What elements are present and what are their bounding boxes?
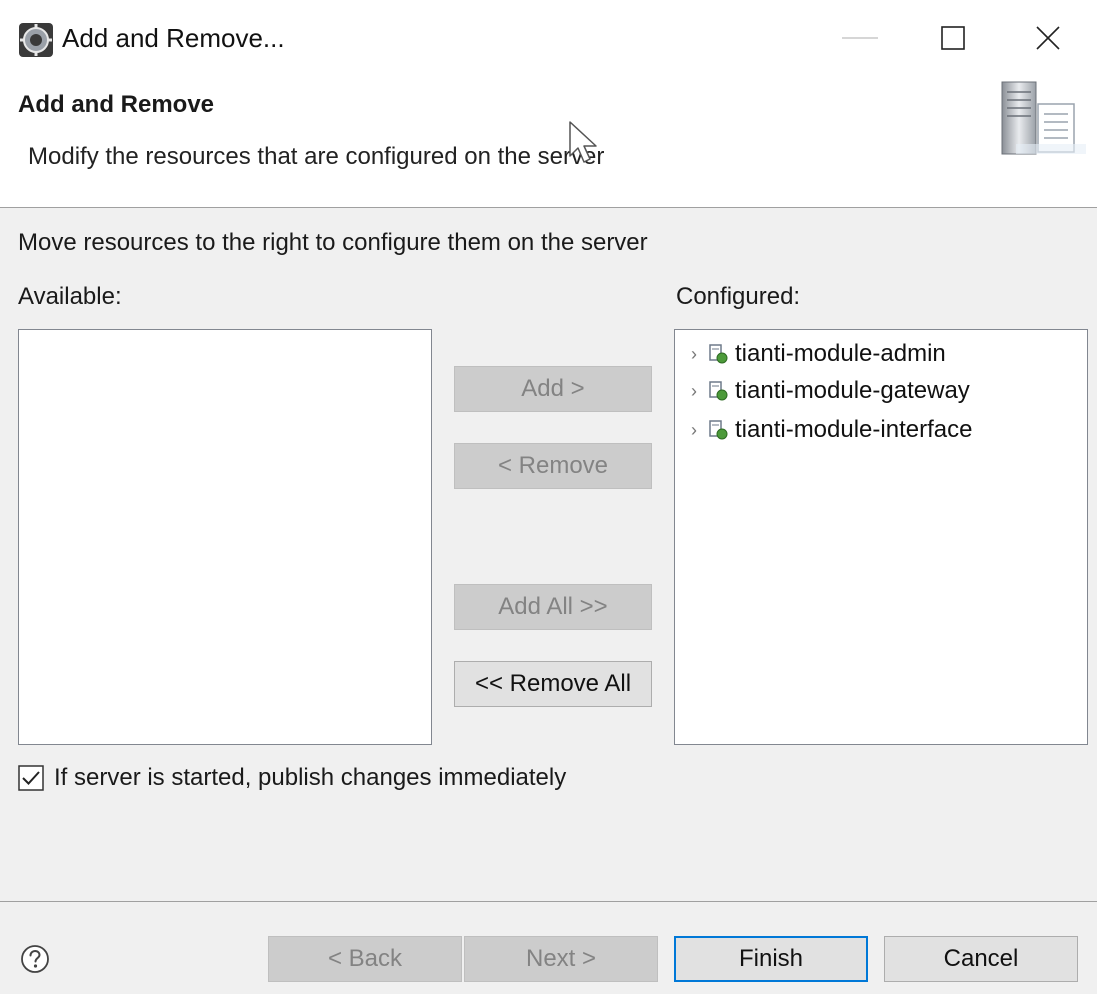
instructions-text: Move resources to the right to configure… [18,229,648,256]
mouse-cursor-icon [569,121,597,163]
chevron-right-icon[interactable]: › [683,381,705,402]
maximize-icon[interactable] [923,16,983,60]
add-button[interactable]: Add > [454,366,652,412]
page-description: Modify the resources that are configured… [28,143,605,170]
help-icon[interactable] [20,944,50,974]
web-module-icon [709,344,728,364]
window-title: Add and Remove... [62,23,285,53]
web-module-icon [709,381,728,401]
minimize-icon[interactable] [830,16,890,60]
remove-all-button[interactable]: << Remove All [454,661,652,707]
cancel-button[interactable]: Cancel [884,936,1078,982]
web-module-icon [709,420,728,440]
publish-checkbox[interactable] [18,765,44,791]
available-list[interactable] [18,329,432,745]
configured-list[interactable]: › tianti-module-admin › tianti-module-ga… [674,329,1088,745]
close-icon[interactable] [1018,16,1078,60]
add-all-button[interactable]: Add All >> [454,584,652,630]
tree-item-interface[interactable]: › tianti-module-interface [683,410,972,450]
chevron-right-icon[interactable]: › [683,344,705,365]
tree-item-label: tianti-module-gateway [735,377,970,404]
tree-item-label: tianti-module-interface [735,416,973,443]
tree-item-label: tianti-module-admin [735,340,946,367]
chevron-right-icon[interactable]: › [683,420,705,441]
back-button[interactable]: < Back [268,936,462,982]
available-label: Available: [18,283,122,310]
remove-button[interactable]: < Remove [454,443,652,489]
tree-item-admin[interactable]: › tianti-module-admin [683,334,946,374]
finish-button[interactable]: Finish [674,936,868,982]
eclipse-gear-icon [19,23,53,57]
publish-checkbox-label[interactable]: If server is started, publish changes im… [54,761,566,795]
tree-item-gateway[interactable]: › tianti-module-gateway [683,371,970,411]
next-button[interactable]: Next > [464,936,658,982]
page-title: Add and Remove [18,91,215,118]
configured-label: Configured: [676,283,801,310]
server-icon [1001,81,1086,155]
